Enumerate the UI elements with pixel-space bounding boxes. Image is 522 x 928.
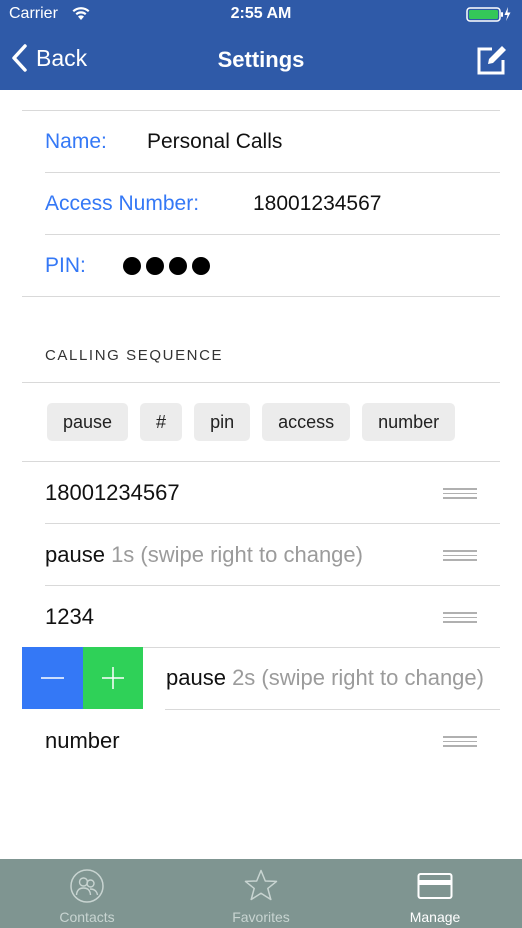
divider: [22, 296, 500, 297]
header: Carrier 2:55 AM Back Settings: [0, 0, 522, 90]
sequence-step[interactable]: 1234: [0, 586, 522, 648]
sequence-step-value: 18001234567: [45, 480, 180, 505]
token-pin[interactable]: pin: [194, 403, 251, 441]
name-label: Name:: [45, 130, 107, 153]
sequence-step-value: pause: [166, 665, 226, 690]
minus-icon: [41, 677, 64, 679]
sequence-step-text: 1234: [45, 604, 94, 630]
token-number[interactable]: number: [362, 403, 456, 441]
token-pause[interactable]: pause: [47, 403, 129, 441]
sequence-step-hint: 2s (swipe right to change): [225, 665, 484, 690]
divider: [22, 382, 500, 383]
battery-charging-icon: [466, 7, 511, 22]
pin-value-masked: [123, 257, 210, 275]
sequence-step[interactable]: number: [0, 710, 522, 772]
sequence-step[interactable]: 18001234567: [0, 462, 522, 524]
tab-favorites[interactable]: Favorites: [174, 859, 348, 928]
reorder-handle-icon[interactable]: [443, 550, 477, 561]
pin-row[interactable]: PIN:: [0, 235, 522, 297]
token-access[interactable]: access: [262, 403, 351, 441]
sequence-step-text: pause 1s (swipe right to change): [45, 542, 363, 568]
sequence-step-value: number: [45, 728, 120, 753]
access-number-value: 18001234567: [253, 192, 382, 215]
increase-pause-button[interactable]: [83, 647, 143, 709]
tab-label: Contacts: [59, 909, 115, 925]
sequence-step-value: 1234: [45, 604, 94, 629]
sequence-step-swiped[interactable]: pause 2s (swipe right to change): [22, 647, 500, 709]
tab-label: Manage: [409, 909, 461, 925]
settings-content: Name: Personal Calls Access Number: 1800…: [0, 90, 522, 859]
star-icon: [244, 869, 278, 901]
navigation-bar: Back Settings: [0, 30, 522, 90]
token-hash[interactable]: #: [140, 403, 183, 441]
tab-label: Favorites: [232, 909, 290, 925]
reorder-handle-icon[interactable]: [443, 736, 477, 747]
tab-bar: Contacts Favorites Manage: [0, 859, 522, 928]
name-row[interactable]: Name: Personal Calls: [0, 111, 522, 173]
pin-dot: [146, 257, 164, 275]
pin-dot: [123, 257, 141, 275]
pin-dot: [169, 257, 187, 275]
chevron-left-icon: [12, 44, 27, 72]
reorder-handle-icon[interactable]: [443, 488, 477, 499]
sequence-step-text: pause 2s (swipe right to change): [166, 665, 484, 691]
pin-dot: [192, 257, 210, 275]
token-palette: pause # pin access number: [47, 403, 456, 441]
plus-icon: [102, 667, 124, 689]
back-label: Back: [36, 44, 88, 71]
decrease-pause-button[interactable]: [22, 647, 83, 709]
pin-label: PIN:: [45, 254, 86, 277]
clock: 2:55 AM: [230, 5, 292, 22]
sequence-step[interactable]: pause 1s (swipe right to change): [0, 524, 522, 586]
calling-sequence-heading: CALLING SEQUENCE: [45, 347, 224, 364]
tab-manage[interactable]: Manage: [348, 859, 522, 928]
sequence-step-text: 18001234567: [45, 480, 180, 506]
access-number-label: Access Number:: [45, 192, 200, 215]
sequence-step-value: pause: [45, 542, 105, 567]
tab-contacts[interactable]: Contacts: [0, 859, 174, 928]
compose-icon[interactable]: [476, 44, 508, 76]
card-icon: [417, 873, 453, 899]
access-number-row[interactable]: Access Number: 18001234567: [0, 173, 522, 235]
contacts-icon: [70, 869, 104, 903]
sequence-step-text: number: [45, 728, 120, 754]
back-button[interactable]: Back: [10, 40, 87, 76]
status-bar: Carrier 2:55 AM: [0, 0, 522, 30]
sequence-step-hint: 1s (swipe right to change): [104, 542, 363, 567]
name-value: Personal Calls: [147, 130, 283, 153]
reorder-handle-icon[interactable]: [443, 612, 477, 623]
